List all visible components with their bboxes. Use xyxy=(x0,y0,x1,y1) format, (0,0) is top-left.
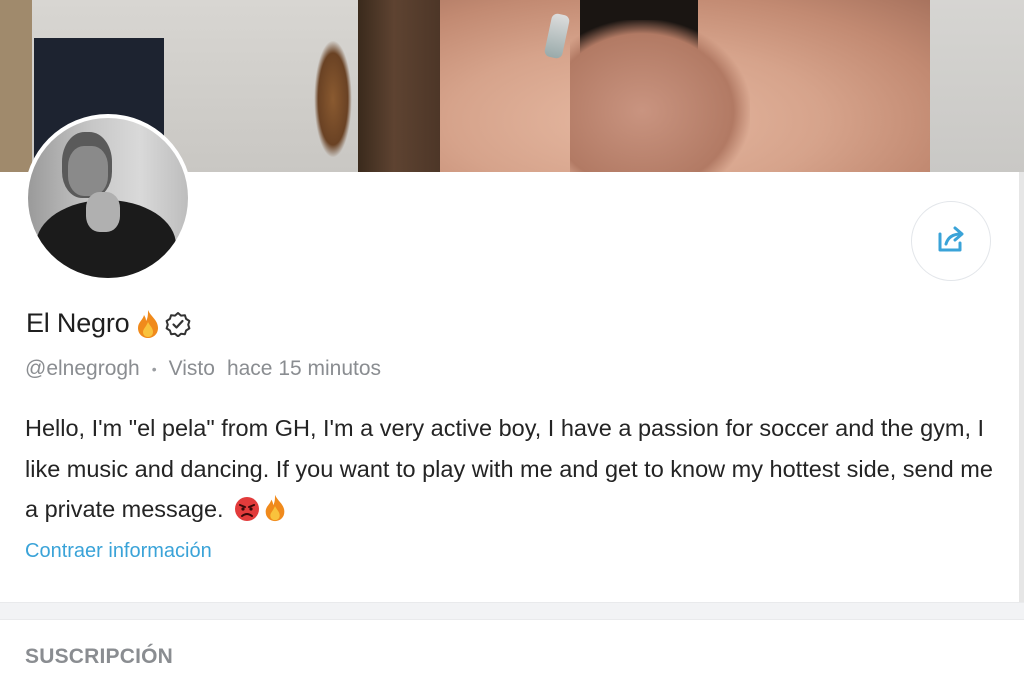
share-button[interactable] xyxy=(911,201,991,281)
section-divider xyxy=(0,602,1024,620)
fire-emoji xyxy=(264,494,290,522)
angry-face-emoji xyxy=(234,494,260,521)
last-seen-label: Visto xyxy=(168,357,215,380)
avatar[interactable] xyxy=(24,114,192,282)
fire-emoji xyxy=(137,309,159,339)
last-seen-time: hace 15 minutos xyxy=(226,357,382,380)
verified-icon xyxy=(165,311,191,337)
profile-meta: @elnegrogh • Visto hace 15 minutos xyxy=(25,357,381,381)
profile-page: El Negro @elnegrogh • Visto hace 15 minu… xyxy=(0,0,1024,680)
profile-bio: Hello, I'm "el pela" from GH, I'm a very… xyxy=(25,408,1005,530)
profile-username: @elnegrogh xyxy=(25,357,140,380)
share-icon xyxy=(934,222,968,261)
subscription-section-title: SUSCRIPCIÓN xyxy=(25,645,174,668)
bio-text: Hello, I'm "el pela" from GH, I'm a very… xyxy=(25,415,993,522)
profile-name-row: El Negro xyxy=(26,308,191,339)
avatar-image xyxy=(28,118,188,278)
scrollbar-edge xyxy=(1019,172,1024,602)
profile-name: El Negro xyxy=(26,308,130,338)
collapse-info-link[interactable]: Contraer información xyxy=(25,540,212,563)
separator-dot: • xyxy=(151,361,157,377)
